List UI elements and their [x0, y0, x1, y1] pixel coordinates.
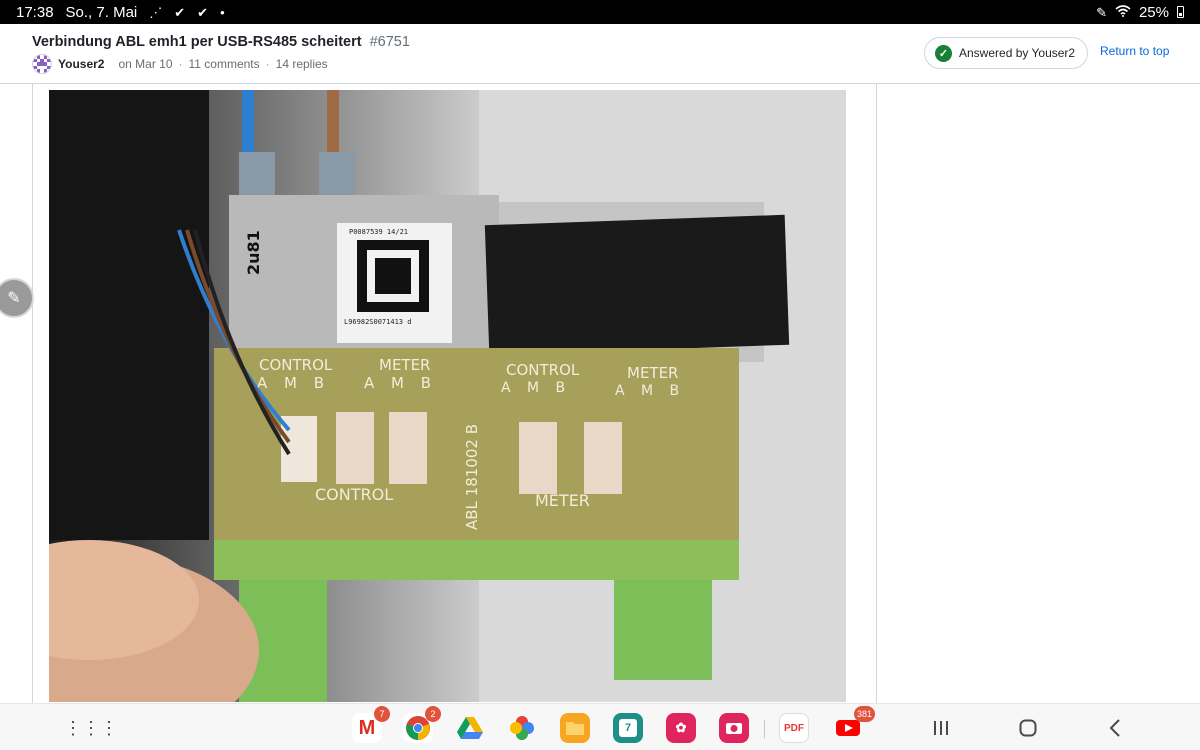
pdf-app-icon[interactable]: PDF: [779, 713, 809, 743]
drive-app-icon[interactable]: [455, 713, 485, 743]
answered-button[interactable]: ✓ Answered by Youser2: [924, 37, 1089, 69]
board-label-meter: METER: [627, 364, 678, 382]
edit-button[interactable]: ✎: [0, 278, 34, 318]
flower-app-icon[interactable]: ✿: [666, 713, 696, 743]
files-app-icon[interactable]: [560, 713, 590, 743]
board-label-meter-bottom: METER: [535, 491, 590, 510]
author-link[interactable]: Youser2: [58, 57, 104, 71]
board-label-control: CONTROL: [506, 361, 580, 379]
post-date[interactable]: on Mar 10: [118, 57, 172, 71]
pencil-icon: ✎: [7, 290, 21, 307]
label-top-text: P0087539 14/21: [349, 228, 408, 236]
attached-photo[interactable]: P0087539 14/21 L96982S0071413 d 2u81 CON…: [49, 90, 846, 702]
board-label-amb: A M B: [501, 380, 571, 396]
pcb-photo-illustration: P0087539 14/21 L96982S0071413 d 2u81 CON…: [49, 90, 846, 702]
avatar[interactable]: [32, 54, 52, 74]
separator: ·: [178, 57, 183, 71]
discussion-header: Verbindung ABL emh1 per USB-RS485 scheit…: [0, 24, 1200, 84]
taskbar-separator: [764, 720, 765, 738]
discussion-title-row: Verbindung ABL emh1 per USB-RS485 scheit…: [32, 34, 410, 50]
calendar-app-icon[interactable]: 7: [613, 713, 643, 743]
side-code-text: 2u81: [244, 230, 263, 275]
board-label-control: CONTROL: [259, 356, 333, 374]
chrome-badge: 2: [425, 706, 441, 722]
android-taskbar: ⋮⋮⋮ M7 2 7 ✿ PDF 381: [0, 703, 1200, 750]
missed-call-icon: ⋰: [149, 4, 163, 20]
discussion-meta: Youser2 on Mar 10 · 11 comments · 14 rep…: [32, 54, 328, 74]
pen-icon: ✎: [1096, 4, 1107, 20]
status-date: So., 7. Mai: [65, 3, 138, 21]
app-drawer-icon[interactable]: ⋮⋮⋮: [64, 713, 118, 743]
chrome-app-icon[interactable]: 2: [403, 706, 441, 743]
board-label-amb: A M B: [615, 383, 685, 399]
home-nav-icon[interactable]: [1013, 713, 1043, 743]
answered-label: Answered by Youser2: [959, 46, 1076, 60]
check-circle-icon: ✓: [935, 44, 952, 62]
youtube-app-icon[interactable]: 381: [833, 706, 875, 743]
label-bottom-text: L96982S0071413 d: [344, 318, 411, 326]
separator: ·: [265, 57, 270, 71]
board-label-control-bottom: CONTROL: [315, 485, 393, 504]
camera-app-icon[interactable]: [719, 713, 749, 743]
board-label-meter: METER: [379, 356, 430, 374]
status-bar: 17:38 So., 7. Mai ⋰ ✔ ✔ • ✎ 25%: [0, 0, 1200, 24]
back-nav-icon[interactable]: [1100, 713, 1130, 743]
gmail-badge: 7: [374, 706, 390, 722]
battery-percent: 25%: [1138, 3, 1169, 21]
reply-count: 14 replies: [275, 57, 328, 71]
board-part-number: ABL 181002 B: [463, 424, 481, 530]
board-label-amb: A M B: [364, 374, 437, 392]
comment-count: 11 comments: [188, 57, 260, 71]
recents-nav-icon[interactable]: [926, 713, 956, 743]
status-time: 17:38: [16, 3, 54, 21]
check-icon: ✔: [174, 4, 186, 20]
wifi-icon: [1115, 5, 1131, 19]
gmail-app-icon[interactable]: M7: [352, 706, 390, 743]
dot-icon: •: [220, 4, 225, 20]
photos-app-icon[interactable]: [507, 713, 537, 743]
discussion-title: Verbindung ABL emh1 per USB-RS485 scheit…: [32, 34, 362, 50]
check-icon: ✔: [197, 4, 209, 20]
discussion-number: #6751: [369, 34, 410, 50]
battery-icon: [1177, 6, 1184, 18]
board-label-amb: A M B: [257, 374, 330, 392]
calendar-day: 7: [619, 719, 637, 737]
youtube-badge: 381: [853, 706, 875, 722]
return-to-top-link[interactable]: Return to top: [1100, 44, 1169, 58]
pdf-label: PDF: [784, 722, 804, 734]
